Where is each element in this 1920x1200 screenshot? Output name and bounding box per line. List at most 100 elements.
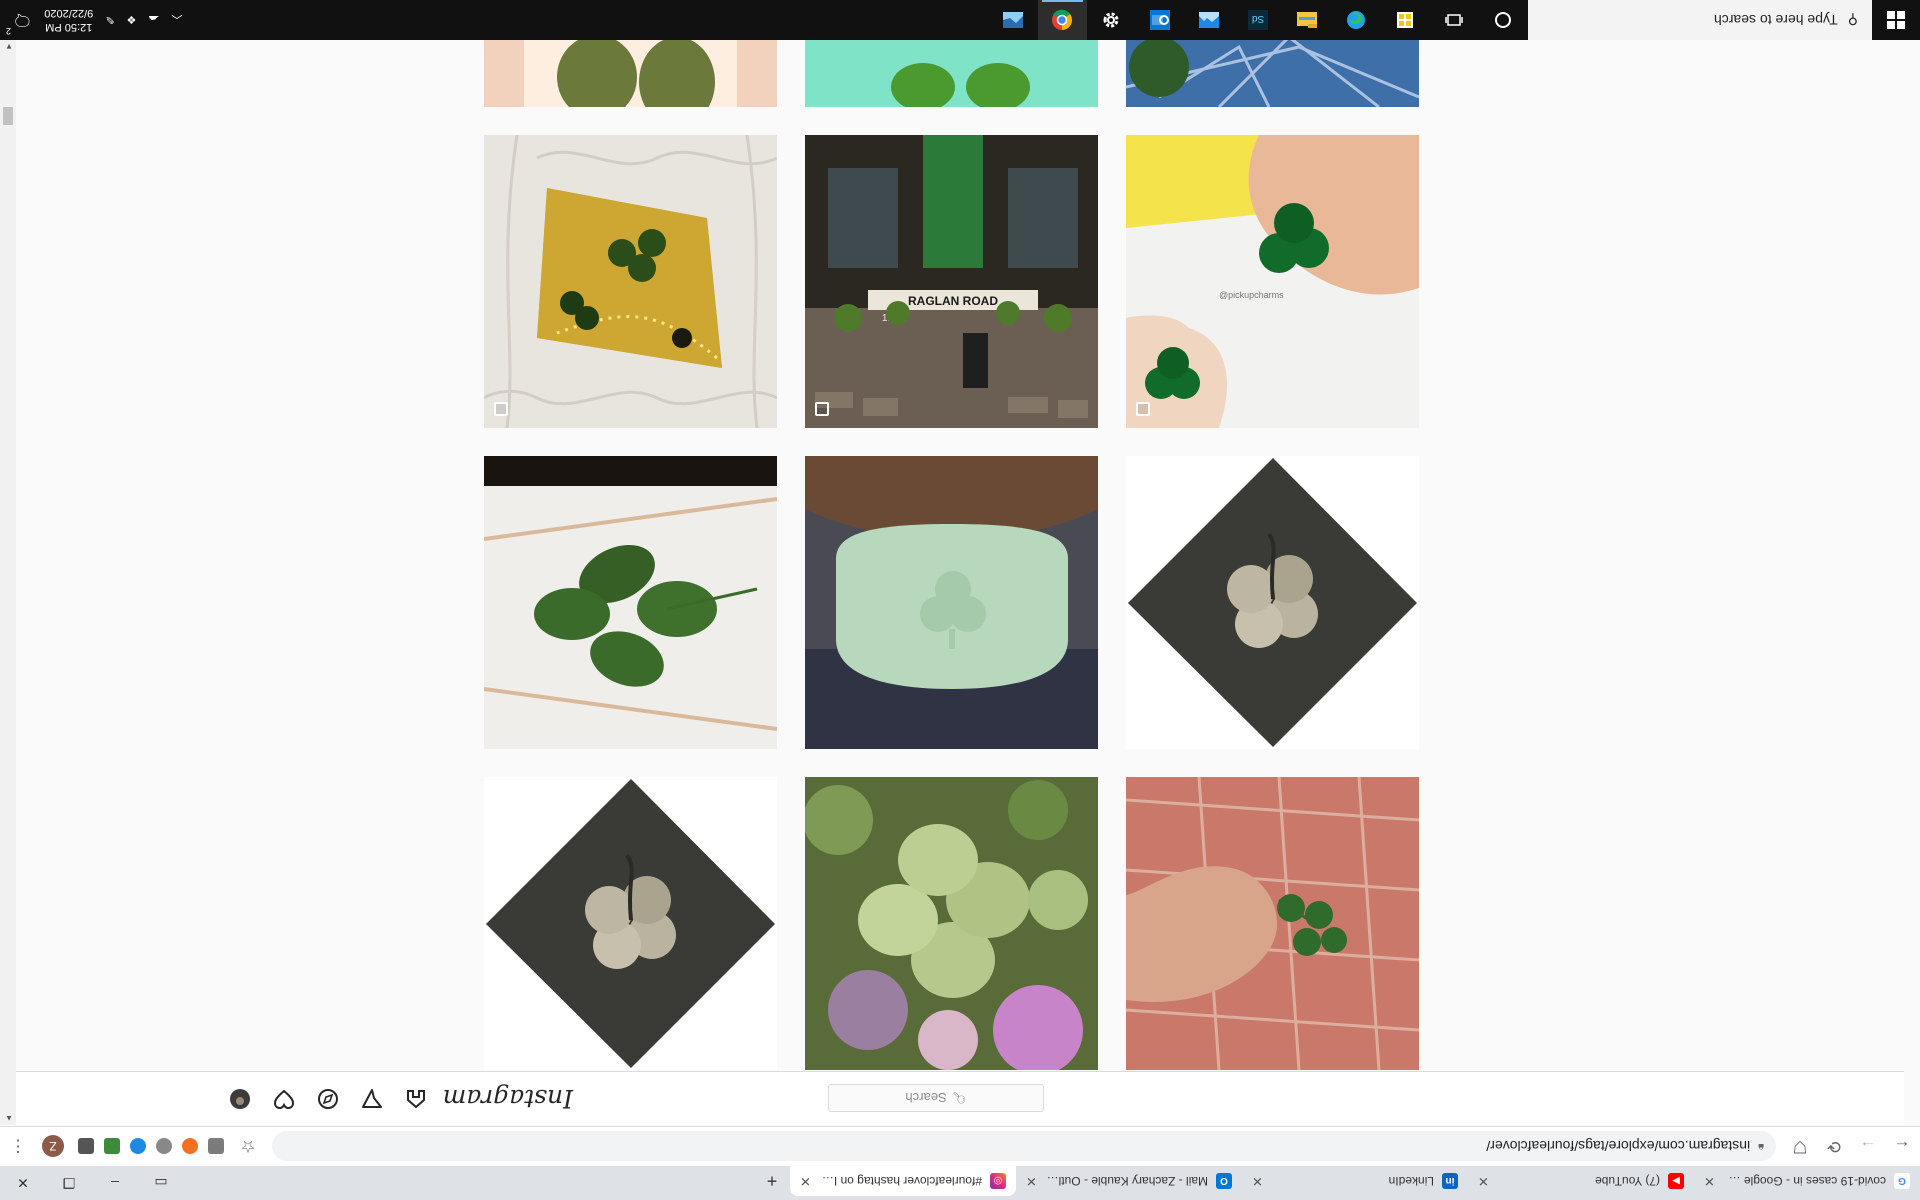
instagram-icon: ◎: [990, 1173, 1006, 1189]
taskbar-clock[interactable]: 12:50 PM 9/22/2020: [44, 6, 93, 34]
watermark-text: @pickupcharms: [1219, 290, 1284, 300]
instagram-search-input[interactable]: 🔍︎ Search: [828, 1084, 1044, 1112]
bookmark-star-icon[interactable]: ☆: [238, 1137, 258, 1157]
tab-instagram[interactable]: ◎ #fourleafclover hashtag on Insta ✕: [790, 1166, 1016, 1196]
url-text: instagram.com/explore/tags/fourleafclove…: [1486, 1138, 1751, 1155]
extension-blue-icon[interactable]: [130, 1138, 146, 1155]
reload-button[interactable]: ⟳: [1824, 1137, 1844, 1157]
minimize-button[interactable]: –: [92, 1175, 138, 1191]
outlook-app-icon[interactable]: [1136, 0, 1185, 40]
tab-title: covid-19 cases in - Google Searc: [1722, 1174, 1886, 1188]
back-button[interactable]: ←: [1892, 1137, 1912, 1157]
dropbox-icon[interactable]: ❖: [126, 14, 136, 27]
tab-title: (7) YouTube: [1595, 1174, 1660, 1188]
photos-viewer-icon[interactable]: [989, 0, 1038, 40]
tile-clover-resin-lamp[interactable]: [484, 135, 777, 428]
scroll-thumb[interactable]: [3, 107, 13, 125]
address-bar[interactable]: 🔒︎ instagram.com/explore/tags/fourleafcl…: [272, 1131, 1776, 1162]
tile-clover-on-mint[interactable]: [805, 40, 1098, 107]
direct-icon[interactable]: [361, 1088, 383, 1110]
taskbar-search-placeholder: Type here to search: [1713, 12, 1838, 28]
substance-designer-icon[interactable]: Sd: [1234, 0, 1283, 40]
extension-circle-icon[interactable]: [156, 1138, 172, 1155]
scroll-up-arrow[interactable]: ▲: [5, 1114, 13, 1123]
pub-sign-text: RAGLAN ROAD: [908, 294, 998, 308]
onedrive-icon[interactable]: ☁: [148, 14, 159, 27]
photos-icon[interactable]: [1185, 0, 1234, 40]
tile-clover-beads-hand[interactable]: @pickupcharms: [1126, 135, 1419, 428]
linkedin-icon: in: [1442, 1173, 1458, 1189]
tile-metal-clover-diamond-2[interactable]: [1126, 456, 1419, 749]
profile-avatar[interactable]: Z: [42, 1135, 64, 1158]
tile-pressed-clover-plate[interactable]: [484, 456, 777, 749]
tile-clover-bouquet[interactable]: [805, 777, 1098, 1070]
clock-date: 9/22/2020: [44, 7, 94, 19]
page-scrollbar[interactable]: ▲ ▼: [0, 40, 16, 1125]
shield-icon[interactable]: ⛉: [1790, 1137, 1810, 1157]
browser-tab-bar: G covid-19 cases in - Google Searc ✕ ▶ (…: [0, 1166, 1920, 1200]
explore-icon[interactable]: [317, 1088, 339, 1110]
instagram-header: Instagram 🔍︎ Search: [0, 1071, 1904, 1125]
new-tab-button[interactable]: +: [754, 1166, 790, 1196]
snap-layout-icon[interactable]: ▭: [138, 1175, 184, 1192]
tile-metal-clover-diamond-1[interactable]: [484, 777, 777, 1070]
task-view-icon[interactable]: [1430, 0, 1479, 40]
tab-title: #fourleafclover hashtag on Insta: [818, 1174, 982, 1188]
tile-clover-on-peach[interactable]: [484, 40, 777, 107]
activity-icon[interactable]: [273, 1088, 295, 1110]
google-icon: G: [1894, 1173, 1910, 1189]
window-controls: ▭ – ❐ ✕: [0, 1166, 184, 1200]
screen-root: G covid-19 cases in - Google Searc ✕ ▶ (…: [0, 0, 1920, 1200]
start-button[interactable]: [1872, 0, 1920, 40]
instagram-logo[interactable]: Instagram: [443, 1084, 573, 1113]
close-icon[interactable]: ✕: [800, 1173, 811, 1189]
taskbar-search-box[interactable]: ⚲ Type here to search: [1528, 0, 1872, 40]
tab-youtube[interactable]: ▶ (7) YouTube ✕: [1468, 1166, 1694, 1196]
extension-g-icon[interactable]: [208, 1138, 224, 1155]
close-icon[interactable]: ✕: [1478, 1173, 1489, 1189]
tab-linkedin[interactable]: in LinkedIn ✕: [1242, 1166, 1468, 1196]
close-icon[interactable]: ✕: [1252, 1173, 1263, 1189]
chrome-icon[interactable]: [1038, 0, 1087, 40]
tab-outlook[interactable]: O Mail - Zachary Kauble - Outlook ✕: [1016, 1166, 1242, 1196]
tile-hand-holding-clover[interactable]: [1126, 777, 1419, 1070]
svg-text:Sd: Sd: [1252, 13, 1264, 24]
notification-center-icon[interactable]: 🗨︎ 2: [6, 10, 32, 36]
tile-green-ceramic-bowl[interactable]: [805, 456, 1098, 749]
tile-raglan-road-pub[interactable]: RAGLAN ROAD 1904: [805, 135, 1098, 428]
carousel-icon: [494, 402, 508, 416]
extensions-area: [78, 1138, 224, 1155]
file-explorer-icon[interactable]: [1283, 0, 1332, 40]
windows-taskbar: ⚲ Type here to search Sd ︿ ☁ ❖ ✎ 12:50 P…: [0, 0, 1920, 40]
cortana-icon[interactable]: [1479, 0, 1528, 40]
maximize-button[interactable]: ❐: [46, 1175, 92, 1192]
close-window-button[interactable]: ✕: [0, 1175, 46, 1192]
search-icon: ⚲: [1847, 12, 1858, 29]
notification-count: 2: [6, 26, 12, 36]
extensions-puzzle-icon[interactable]: [78, 1138, 94, 1155]
close-icon[interactable]: ✕: [1026, 1173, 1037, 1189]
extension-orange-icon[interactable]: [182, 1138, 198, 1155]
tab-google-search[interactable]: G covid-19 cases in - Google Searc ✕: [1694, 1166, 1920, 1196]
scroll-down-arrow[interactable]: ▼: [5, 42, 13, 51]
profile-avatar-icon[interactable]: [229, 1088, 251, 1110]
browser-toolbar: ← → ⟳ ⛉ 🔒︎ instagram.com/explore/tags/fo…: [0, 1126, 1920, 1166]
carousel-icon: [1136, 402, 1150, 416]
forward-button[interactable]: →: [1858, 1137, 1878, 1157]
instagram-nav: [229, 1088, 427, 1110]
close-icon[interactable]: ✕: [1704, 1173, 1715, 1189]
tile-tropical-leaves[interactable]: [1126, 40, 1419, 107]
extension-dollar-icon[interactable]: [104, 1138, 120, 1155]
tab-title: Mail - Zachary Kauble - Outlook: [1044, 1174, 1208, 1188]
edge-icon[interactable]: [1332, 0, 1381, 40]
search-placeholder: Search: [905, 1090, 947, 1106]
file-explorer-windows-icon[interactable]: [1381, 0, 1430, 40]
pen-icon[interactable]: ✎: [105, 14, 114, 27]
settings-icon[interactable]: [1087, 0, 1136, 40]
home-icon[interactable]: [405, 1088, 427, 1110]
lock-icon[interactable]: 🔒︎: [1758, 1140, 1764, 1153]
outlook-icon: O: [1216, 1173, 1232, 1189]
photo-grid: @pickupcharms RAGLAN ROAD 1904: [0, 40, 1904, 1070]
chevron-up-icon[interactable]: ︿: [171, 12, 182, 28]
chrome-menu-button[interactable]: ⋮: [8, 1137, 28, 1157]
